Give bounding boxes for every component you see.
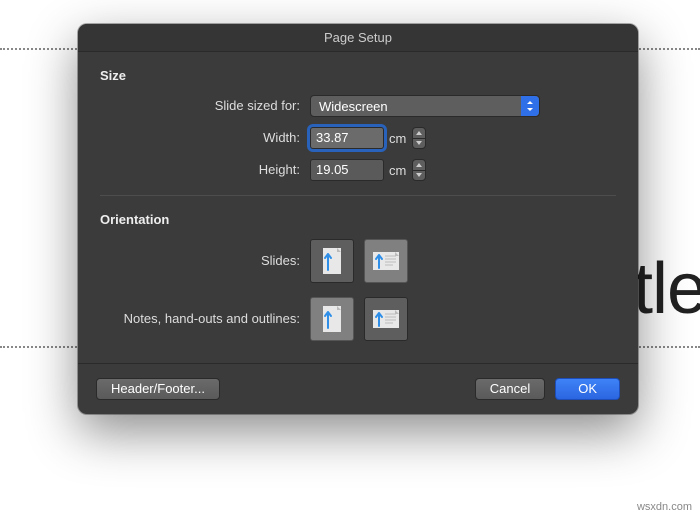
landscape-page-icon bbox=[371, 249, 401, 273]
height-stepper[interactable] bbox=[412, 159, 426, 181]
dialog-body: Size Slide sized for: Widescreen Width: … bbox=[78, 52, 638, 363]
stepper-up-icon bbox=[413, 160, 425, 171]
width-label: Width: bbox=[100, 130, 310, 146]
width-input[interactable]: 33.87 bbox=[310, 127, 384, 149]
height-label: Height: bbox=[100, 162, 310, 178]
page-setup-dialog: Page Setup Size Slide sized for: Widescr… bbox=[78, 24, 638, 414]
slide-sized-for-select[interactable]: Widescreen bbox=[310, 95, 540, 117]
slide-sized-for-row: Slide sized for: Widescreen bbox=[100, 95, 616, 117]
slides-orientation-label: Slides: bbox=[100, 253, 310, 269]
section-divider bbox=[100, 195, 616, 196]
landscape-page-icon bbox=[371, 307, 401, 331]
slide-sized-for-value: Widescreen bbox=[319, 99, 388, 114]
slide-sized-for-label: Slide sized for: bbox=[100, 98, 310, 114]
notes-orientation-label: Notes, hand-outs and outlines: bbox=[100, 311, 310, 327]
width-row: Width: 33.87 cm bbox=[100, 127, 616, 149]
size-heading: Size bbox=[100, 68, 616, 83]
ok-button[interactable]: OK bbox=[555, 378, 620, 400]
stepper-down-icon bbox=[413, 171, 425, 181]
portrait-page-icon bbox=[320, 304, 344, 334]
stepper-down-icon bbox=[413, 139, 425, 149]
watermark: wsxdn.com bbox=[637, 501, 692, 513]
orientation-heading: Orientation bbox=[100, 212, 616, 227]
slides-landscape-button[interactable] bbox=[364, 239, 408, 283]
select-stepper-icon bbox=[521, 96, 539, 116]
height-row: Height: 19.05 cm bbox=[100, 159, 616, 181]
background-partial-text: tle bbox=[633, 248, 700, 330]
dialog-footer: Header/Footer... Cancel OK bbox=[78, 363, 638, 414]
slides-orientation-row: Slides: bbox=[100, 239, 616, 283]
notes-landscape-button[interactable] bbox=[364, 297, 408, 341]
height-input[interactable]: 19.05 bbox=[310, 159, 384, 181]
stepper-up-icon bbox=[413, 128, 425, 139]
notes-portrait-button[interactable] bbox=[310, 297, 354, 341]
slides-portrait-button[interactable] bbox=[310, 239, 354, 283]
notes-orientation-row: Notes, hand-outs and outlines: bbox=[100, 297, 616, 341]
width-unit: cm bbox=[389, 131, 406, 146]
dialog-title: Page Setup bbox=[78, 24, 638, 52]
width-stepper[interactable] bbox=[412, 127, 426, 149]
portrait-page-icon bbox=[320, 246, 344, 276]
height-unit: cm bbox=[389, 163, 406, 178]
cancel-button[interactable]: Cancel bbox=[475, 378, 545, 400]
header-footer-button[interactable]: Header/Footer... bbox=[96, 378, 220, 400]
